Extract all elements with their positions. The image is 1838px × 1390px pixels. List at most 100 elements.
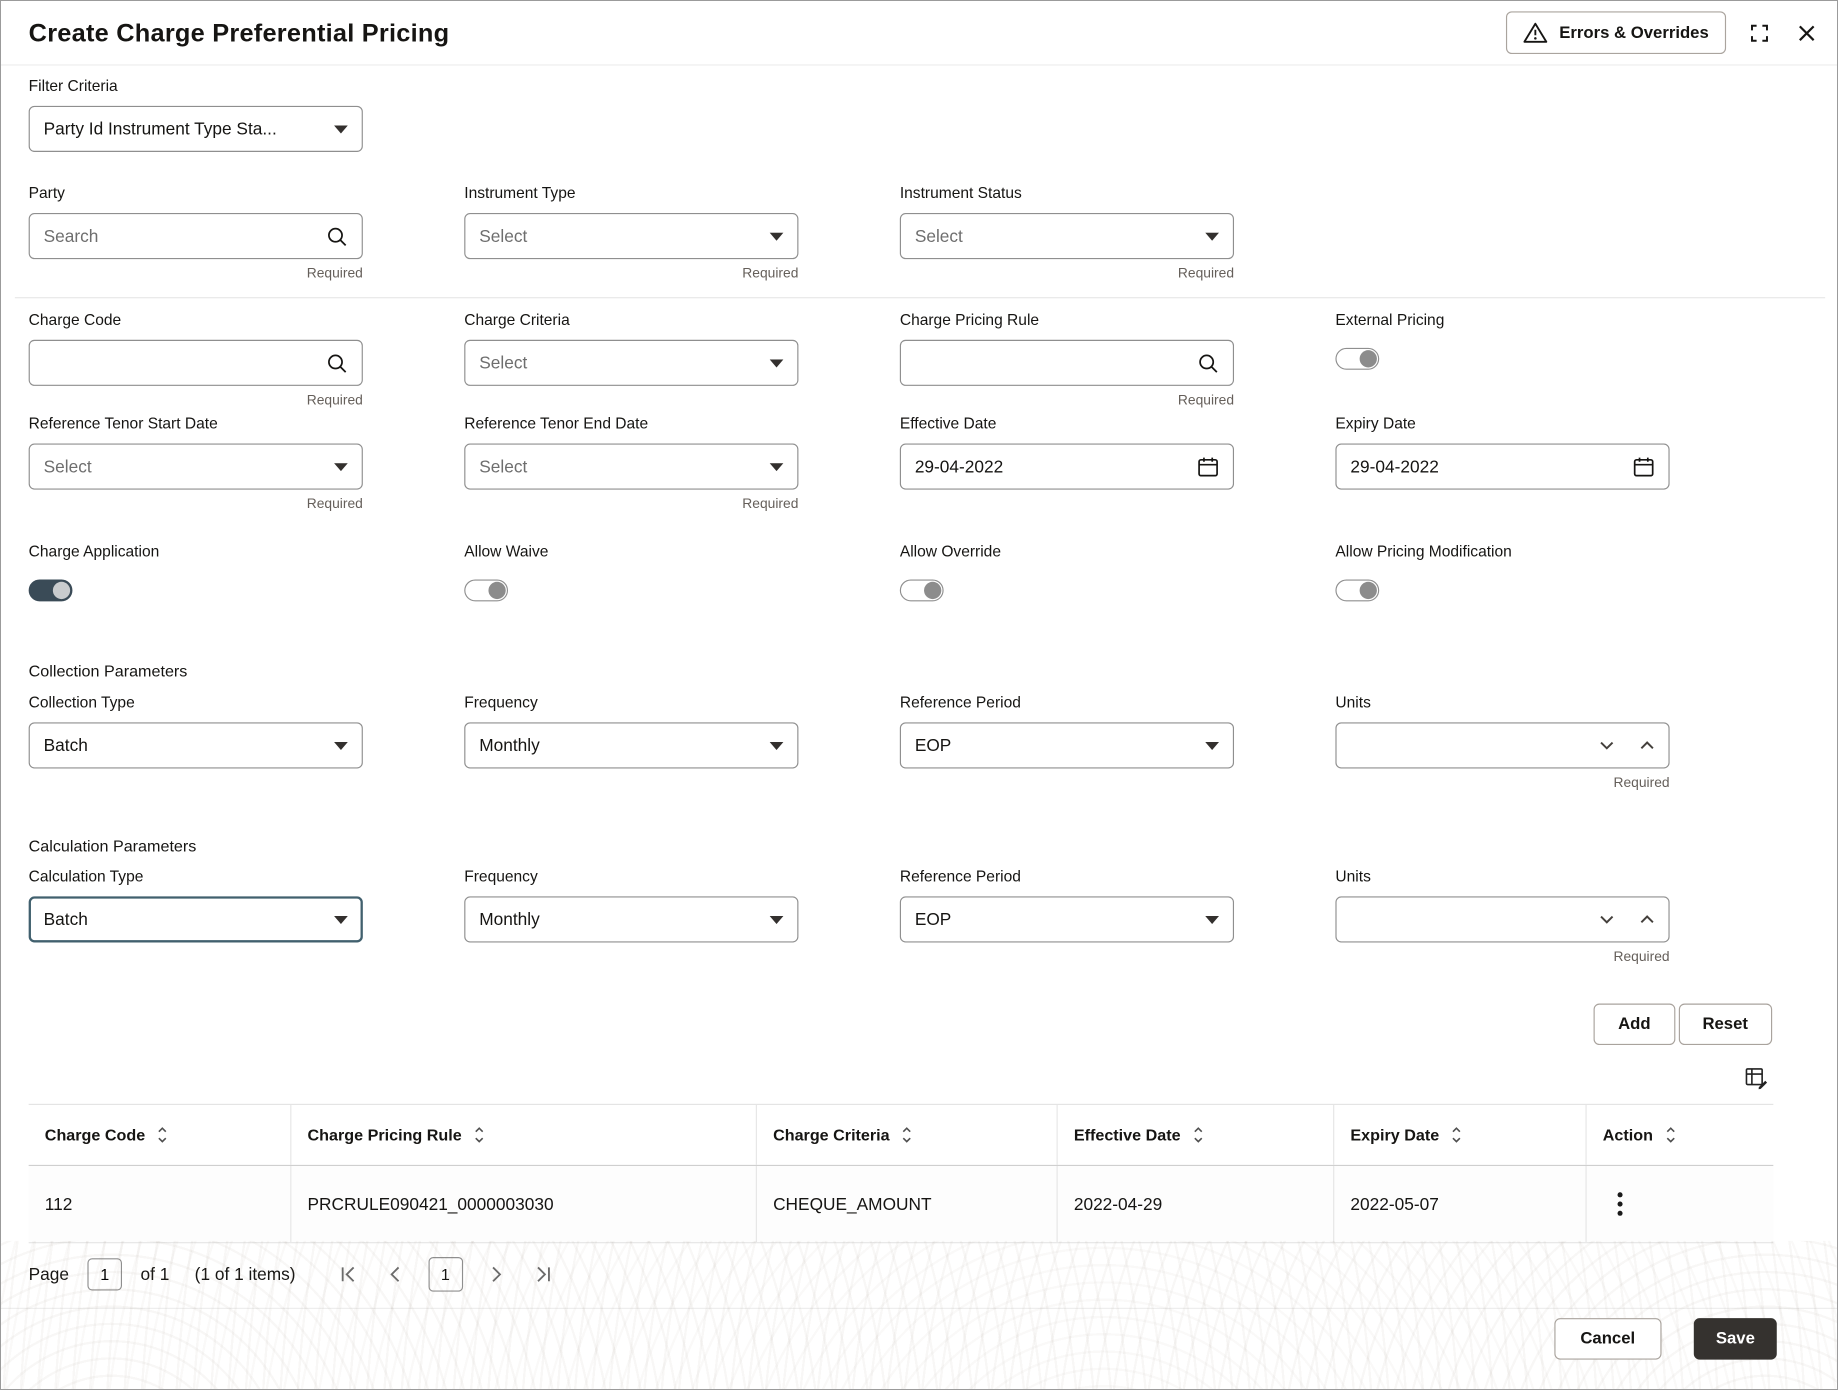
cancel-button[interactable]: Cancel bbox=[1554, 1318, 1662, 1359]
calculation-reference-period-select[interactable]: EOP bbox=[900, 896, 1234, 942]
column-header-charge-code[interactable]: Charge Code bbox=[29, 1105, 291, 1165]
calculation-reference-period-label: Reference Period bbox=[900, 868, 1234, 886]
page-of-label: of 1 bbox=[140, 1265, 169, 1285]
stepper-decrement-icon[interactable] bbox=[1599, 741, 1614, 750]
charge-code-search-input[interactable] bbox=[29, 340, 363, 386]
party-label: Party bbox=[29, 184, 363, 202]
instrument-status-label: Instrument Status bbox=[900, 184, 1234, 202]
current-page-button[interactable]: 1 bbox=[428, 1257, 463, 1292]
toggle-knob bbox=[924, 582, 941, 599]
calculation-units-stepper[interactable] bbox=[1335, 896, 1669, 942]
expiry-date-input[interactable]: 29-04-2022 bbox=[1335, 444, 1669, 490]
column-header-charge-pricing-rule[interactable]: Charge Pricing Rule bbox=[290, 1105, 756, 1165]
row-actions-kebab-icon[interactable] bbox=[1612, 1186, 1628, 1223]
warning-icon bbox=[1524, 22, 1548, 44]
column-header-charge-criteria[interactable]: Charge Criteria bbox=[756, 1105, 1057, 1165]
calculation-frequency-field: Frequency Monthly bbox=[464, 868, 798, 943]
reference-tenor-start-date-value: Select bbox=[44, 457, 92, 477]
first-page-button[interactable] bbox=[335, 1262, 362, 1287]
chevron-down-icon bbox=[770, 741, 784, 749]
sort-icon[interactable] bbox=[157, 1126, 169, 1144]
column-header-expiry-date[interactable]: Expiry Date bbox=[1333, 1105, 1585, 1165]
charge-code-field: Charge Code Required bbox=[29, 311, 363, 408]
collection-frequency-select[interactable]: Monthly bbox=[464, 722, 798, 768]
stepper-increment-icon[interactable] bbox=[1640, 915, 1655, 924]
next-page-button[interactable] bbox=[486, 1262, 507, 1287]
allow-override-toggle[interactable] bbox=[900, 579, 944, 601]
instrument-status-value: Select bbox=[915, 226, 963, 246]
reference-tenor-start-date-select[interactable]: Select bbox=[29, 444, 363, 490]
previous-page-button[interactable] bbox=[384, 1262, 405, 1287]
collection-units-field: Units Required bbox=[1335, 694, 1669, 791]
stepper-decrement-icon[interactable] bbox=[1599, 915, 1614, 924]
resize-button[interactable] bbox=[1745, 18, 1775, 48]
table-edit-icon[interactable] bbox=[1740, 1061, 1773, 1094]
chevron-down-icon bbox=[334, 915, 348, 923]
column-header-action[interactable]: Action bbox=[1585, 1105, 1773, 1165]
effective-date-label: Effective Date bbox=[900, 415, 1234, 433]
page-number-input[interactable] bbox=[87, 1258, 122, 1290]
expiry-date-field: Expiry Date 29-04-2022 bbox=[1335, 415, 1669, 490]
sort-icon[interactable] bbox=[1192, 1126, 1204, 1144]
charge-pricing-rule-search-input[interactable] bbox=[900, 340, 1234, 386]
collection-reference-period-select[interactable]: EOP bbox=[900, 722, 1234, 768]
allow-pricing-modification-field: Allow Pricing Modification bbox=[1335, 543, 1669, 602]
first-page-icon bbox=[339, 1266, 356, 1282]
charge-criteria-select[interactable]: Select bbox=[464, 340, 798, 386]
collection-units-stepper[interactable] bbox=[1335, 722, 1669, 768]
toggle-knob bbox=[1360, 350, 1377, 367]
sort-icon[interactable] bbox=[901, 1126, 913, 1144]
charge-pricing-rule-field: Charge Pricing Rule Required bbox=[900, 311, 1234, 408]
reference-tenor-start-date-field: Reference Tenor Start Date Select Requir… bbox=[29, 415, 363, 512]
sort-icon[interactable] bbox=[1451, 1126, 1463, 1144]
instrument-status-select[interactable]: Select bbox=[900, 213, 1234, 259]
errors-overrides-button[interactable]: Errors & Overrides bbox=[1506, 11, 1726, 54]
next-page-icon bbox=[490, 1266, 502, 1282]
filter-criteria-label: Filter Criteria bbox=[29, 77, 363, 95]
collection-reference-period-label: Reference Period bbox=[900, 694, 1234, 712]
save-button[interactable]: Save bbox=[1694, 1318, 1777, 1359]
reference-tenor-start-date-label: Reference Tenor Start Date bbox=[29, 415, 363, 433]
chevron-down-icon bbox=[334, 125, 348, 133]
errors-overrides-label: Errors & Overrides bbox=[1559, 23, 1709, 41]
effective-date-input[interactable]: 29-04-2022 bbox=[900, 444, 1234, 490]
close-button[interactable] bbox=[1793, 19, 1821, 47]
external-pricing-toggle[interactable] bbox=[1335, 348, 1379, 370]
filter-criteria-select[interactable]: Party Id Instrument Type Sta... bbox=[29, 106, 363, 152]
stepper-increment-icon[interactable] bbox=[1640, 741, 1655, 750]
sort-icon[interactable] bbox=[1664, 1126, 1676, 1144]
column-label: Effective Date bbox=[1074, 1126, 1181, 1144]
collection-type-value: Batch bbox=[44, 736, 88, 756]
charge-application-toggle[interactable] bbox=[29, 579, 73, 601]
calculation-type-field: Calculation Type Batch bbox=[29, 868, 363, 943]
table-row[interactable]: 112 PRCRULE090421_0000003030 CHEQUE_AMOU… bbox=[29, 1166, 1774, 1243]
reference-tenor-end-date-select[interactable]: Select bbox=[464, 444, 798, 490]
collection-type-label: Collection Type bbox=[29, 694, 363, 712]
footer-actions: Cancel Save bbox=[1554, 1318, 1777, 1359]
instrument-type-select[interactable]: Select bbox=[464, 213, 798, 259]
collection-type-select[interactable]: Batch bbox=[29, 722, 363, 768]
reference-tenor-end-date-value: Select bbox=[479, 457, 527, 477]
resize-icon bbox=[1749, 22, 1770, 43]
reset-button[interactable]: Reset bbox=[1678, 1004, 1772, 1045]
last-page-button[interactable] bbox=[529, 1262, 556, 1287]
column-label: Charge Criteria bbox=[773, 1126, 890, 1144]
calculation-parameters-title: Calculation Parameters bbox=[29, 836, 1812, 854]
calendar-icon bbox=[1633, 456, 1655, 478]
calculation-units-required-hint: Required bbox=[1335, 948, 1669, 964]
calculation-type-select[interactable]: Batch bbox=[29, 896, 363, 942]
allow-pricing-modification-toggle[interactable] bbox=[1335, 579, 1379, 601]
cell-effective-date: 2022-04-29 bbox=[1057, 1166, 1334, 1242]
calculation-type-label: Calculation Type bbox=[29, 868, 363, 886]
add-button[interactable]: Add bbox=[1594, 1004, 1675, 1045]
search-icon bbox=[326, 225, 348, 247]
chevron-down-icon bbox=[334, 463, 348, 471]
calculation-frequency-select[interactable]: Monthly bbox=[464, 896, 798, 942]
allow-waive-toggle[interactable] bbox=[464, 579, 508, 601]
chevron-down-icon bbox=[1205, 232, 1219, 240]
party-search-input[interactable]: Search bbox=[29, 213, 363, 259]
charge-criteria-field: Charge Criteria Select bbox=[464, 311, 798, 386]
column-header-effective-date[interactable]: Effective Date bbox=[1057, 1105, 1334, 1165]
sort-icon[interactable] bbox=[473, 1126, 485, 1144]
column-label: Expiry Date bbox=[1350, 1126, 1439, 1144]
